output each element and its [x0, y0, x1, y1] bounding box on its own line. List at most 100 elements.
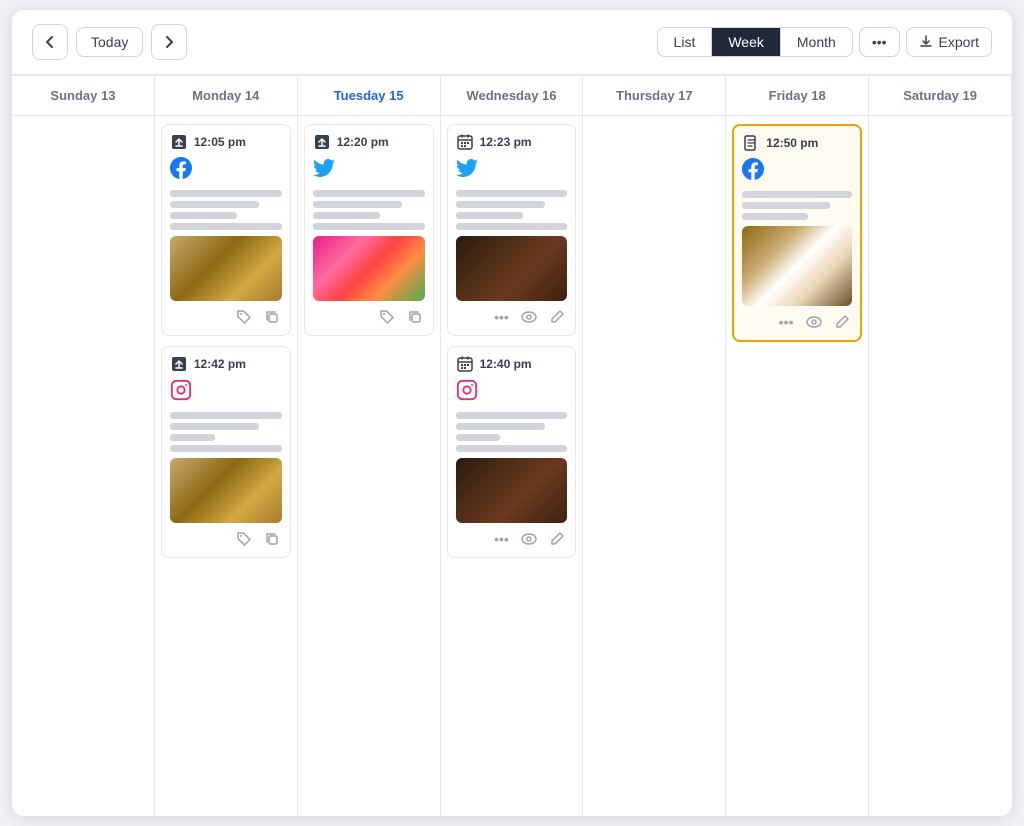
wednesday-post-1: 12:23 pm ••• [447, 124, 577, 336]
monday-col: 12:05 pm [155, 116, 298, 816]
thursday-col [583, 116, 726, 816]
more-icon[interactable]: ••• [491, 529, 511, 549]
monday-post-2-time: 12:42 pm [194, 357, 246, 371]
monday-post-1-actions [170, 307, 282, 327]
day-header-friday: Friday 18 [726, 76, 869, 116]
tag-icon[interactable] [234, 529, 254, 549]
edit-icon[interactable] [547, 529, 567, 549]
copy-icon[interactable] [262, 307, 282, 327]
text-line [170, 201, 259, 208]
today-button[interactable]: Today [76, 27, 143, 57]
text-line [313, 190, 425, 197]
text-line [170, 223, 282, 230]
wednesday-post-1-social [456, 157, 568, 190]
friday-post-1: 12:50 pm ••• [732, 124, 862, 342]
upload-icon [170, 355, 188, 373]
wednesday-post-1-text [456, 190, 568, 230]
monday-post-1-social [170, 157, 282, 190]
wednesday-post-1-image [456, 236, 568, 301]
monday-post-1-time-row: 12:05 pm [170, 133, 282, 151]
text-line [170, 412, 282, 419]
calendar-container: Today List Week Month ••• Export Sunday … [12, 10, 1012, 816]
upload-icon [313, 133, 331, 151]
friday-post-1-image [742, 226, 852, 306]
text-line [742, 213, 808, 220]
text-line [170, 434, 215, 441]
monday-post-2-time-row: 12:42 pm [170, 355, 282, 373]
tuesday-col: 12:20 pm [298, 116, 441, 816]
more-icon[interactable]: ••• [491, 307, 511, 327]
day-header-wednesday: Wednesday 16 [441, 76, 584, 116]
friday-col: 12:50 pm ••• [726, 116, 869, 816]
text-line [313, 223, 425, 230]
text-line [456, 212, 523, 219]
edit-icon[interactable] [832, 312, 852, 332]
text-line [456, 423, 545, 430]
more-button[interactable]: ••• [859, 27, 900, 57]
copy-icon[interactable] [405, 307, 425, 327]
more-icon[interactable]: ••• [776, 312, 796, 332]
monday-post-2: 12:42 pm [161, 346, 291, 558]
text-line [456, 412, 568, 419]
preview-icon[interactable] [804, 312, 824, 332]
calendar-icon [456, 133, 474, 151]
friday-post-1-time-row: 12:50 pm [742, 134, 852, 152]
wednesday-post-2-actions: ••• [456, 529, 568, 549]
tag-icon[interactable] [377, 307, 397, 327]
day-header-thursday: Thursday 17 [583, 76, 726, 116]
toolbar-left: Today [32, 24, 187, 60]
month-view-button[interactable]: Month [781, 28, 852, 56]
text-line [456, 190, 568, 197]
text-line [170, 445, 282, 452]
copy-icon[interactable] [262, 529, 282, 549]
monday-post-1-time: 12:05 pm [194, 135, 246, 149]
tuesday-post-1: 12:20 pm [304, 124, 434, 336]
text-line [742, 191, 852, 198]
friday-post-1-time: 12:50 pm [766, 136, 818, 150]
calendar-icon [456, 355, 474, 373]
toolbar-right: List Week Month ••• Export [657, 27, 992, 57]
wednesday-post-1-time-row: 12:23 pm [456, 133, 568, 151]
friday-post-1-text [742, 191, 852, 220]
export-button[interactable]: Export [906, 27, 992, 57]
wednesday-col: 12:23 pm ••• [441, 116, 584, 816]
wednesday-post-2-image [456, 458, 568, 523]
monday-post-2-actions [170, 529, 282, 549]
monday-post-1: 12:05 pm [161, 124, 291, 336]
list-view-button[interactable]: List [658, 28, 713, 56]
tag-icon[interactable] [234, 307, 254, 327]
preview-icon[interactable] [519, 529, 539, 549]
wednesday-post-2-social [456, 379, 568, 412]
day-header-monday: Monday 14 [155, 76, 298, 116]
wednesday-post-2-time-row: 12:40 pm [456, 355, 568, 373]
friday-post-1-actions: ••• [742, 312, 852, 332]
wednesday-post-1-time: 12:23 pm [480, 135, 532, 149]
next-button[interactable] [151, 24, 187, 60]
preview-icon[interactable] [519, 307, 539, 327]
monday-post-1-image [170, 236, 282, 301]
text-line [456, 445, 568, 452]
prev-button[interactable] [32, 24, 68, 60]
wednesday-post-2-time: 12:40 pm [480, 357, 532, 371]
tuesday-post-1-time-row: 12:20 pm [313, 133, 425, 151]
view-group: List Week Month [657, 27, 853, 57]
wednesday-post-1-actions: ••• [456, 307, 568, 327]
day-header-saturday: Saturday 19 [869, 76, 1012, 116]
monday-post-2-image [170, 458, 282, 523]
upload-icon [170, 133, 188, 151]
sunday-col [12, 116, 155, 816]
monday-post-2-social [170, 379, 282, 412]
text-line [742, 202, 830, 209]
wednesday-post-2-text [456, 412, 568, 452]
text-line [313, 212, 380, 219]
text-line [456, 201, 545, 208]
tuesday-post-1-time: 12:20 pm [337, 135, 389, 149]
edit-icon[interactable] [547, 307, 567, 327]
tuesday-post-1-text [313, 190, 425, 230]
monday-post-2-text [170, 412, 282, 452]
text-line [170, 190, 282, 197]
week-view-button[interactable]: Week [712, 28, 781, 56]
tuesday-post-1-image [313, 236, 425, 301]
more-dots-label: ••• [872, 34, 887, 50]
tuesday-post-1-actions [313, 307, 425, 327]
